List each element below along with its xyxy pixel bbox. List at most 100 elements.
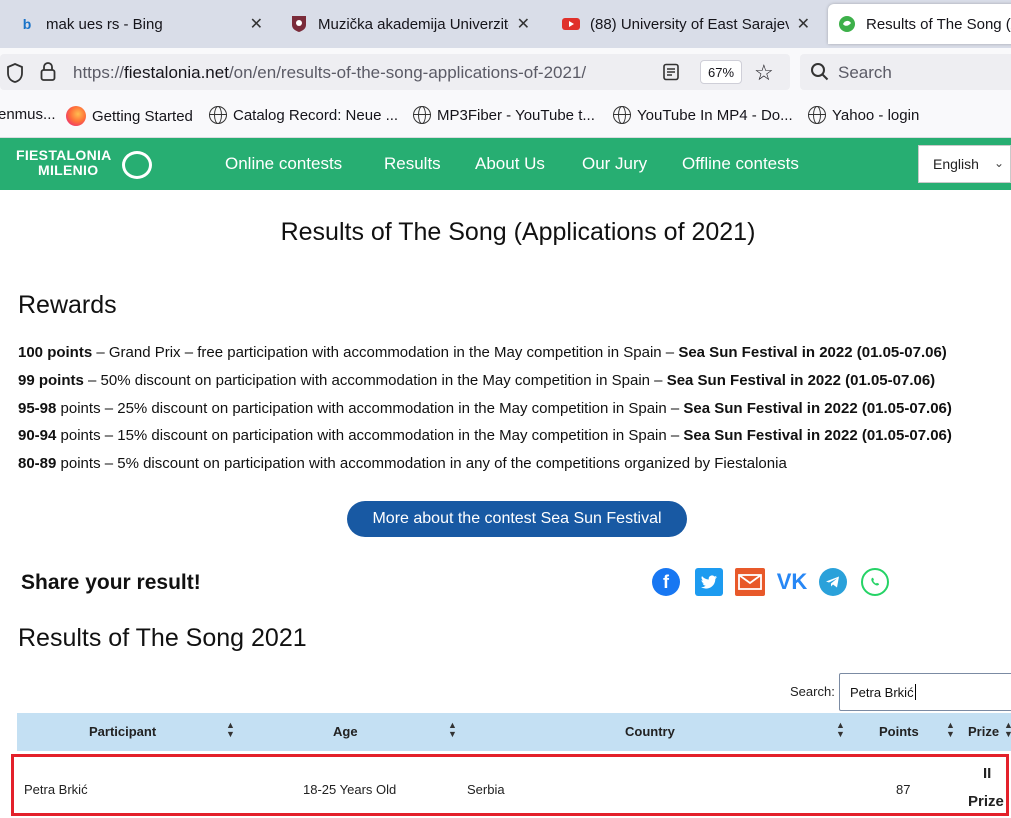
cell-country: Serbia bbox=[467, 782, 505, 797]
browser-tab-bar: b mak ues rs - Bing ✕ Muzička akademija … bbox=[0, 0, 1011, 48]
bookmarks-toolbar: enmus... Getting Started Catalog Record:… bbox=[0, 96, 1011, 138]
sort-arrows-icon[interactable]: ▲ ▼ bbox=[1004, 721, 1011, 739]
nav-online-contests[interactable]: Online contests bbox=[225, 154, 342, 174]
reward-festival: Sea Sun Festival in 2022 (01.05-07.06) bbox=[666, 372, 936, 389]
reward-text: – Grand Prix – free participation with a… bbox=[92, 344, 679, 361]
bookmark-label: Getting Started bbox=[92, 107, 193, 125]
university-crest-icon bbox=[290, 15, 308, 33]
url-domain: fiestalonia.net bbox=[124, 63, 229, 82]
reward-points: 100 points bbox=[18, 344, 93, 361]
cell-prize-rank: II bbox=[983, 765, 992, 782]
column-header-points[interactable]: Points bbox=[879, 724, 919, 739]
address-bar[interactable]: https://fiestalonia.net/on/en/results-of… bbox=[0, 54, 790, 90]
reward-line: 80-89 points – 5% discount on participat… bbox=[18, 455, 787, 472]
column-header-prize[interactable]: Prize bbox=[968, 724, 999, 739]
rewards-heading: Rewards bbox=[18, 291, 117, 319]
sort-arrows-icon[interactable]: ▲ ▼ bbox=[448, 721, 457, 739]
zoom-level-badge[interactable]: 67% bbox=[700, 60, 742, 84]
fiestalonia-icon bbox=[838, 15, 856, 33]
bookmark-item[interactable]: YouTube In MP4 - Do... bbox=[613, 106, 793, 124]
logo-mark-icon bbox=[122, 151, 152, 179]
reward-points: 99 points bbox=[18, 372, 84, 389]
reward-text: points – 25% discount on participation w… bbox=[56, 400, 684, 417]
site-header: FIESTALONIA MILENIO Online contests Resu… bbox=[0, 138, 1011, 190]
reward-line: 100 points – Grand Prix – free participa… bbox=[18, 344, 947, 361]
tracking-shield-icon[interactable] bbox=[6, 63, 24, 88]
page-title: Results of The Song (Applications of 202… bbox=[280, 218, 756, 246]
tab-bing[interactable]: b mak ues rs - Bing ✕ bbox=[8, 4, 273, 44]
tab-title: Muzička akademija Univerzitet bbox=[318, 15, 509, 33]
text-caret bbox=[914, 684, 916, 700]
search-input-value: Petra Brkić bbox=[850, 684, 914, 700]
nav-about-us[interactable]: About Us bbox=[475, 154, 545, 174]
sort-arrows-icon[interactable]: ▲ ▼ bbox=[946, 721, 955, 739]
column-header-country[interactable]: Country bbox=[625, 724, 675, 739]
bing-icon: b bbox=[22, 16, 32, 32]
bookmark-item[interactable]: MP3Fiber - YouTube t... bbox=[413, 106, 595, 124]
browser-search-field[interactable]: Search bbox=[800, 54, 1011, 90]
cell-participant: Petra Brkić bbox=[24, 782, 88, 797]
url-path: /on/en/results-of-the-song-applications-… bbox=[228, 63, 587, 82]
bookmark-item[interactable]: enmus... bbox=[0, 106, 56, 123]
reward-line: 90-94 points – 15% discount on participa… bbox=[18, 427, 952, 444]
reader-view-icon[interactable] bbox=[662, 63, 680, 86]
whatsapp-icon[interactable] bbox=[861, 568, 889, 596]
reward-festival: Sea Sun Festival in 2022 (01.05-07.06) bbox=[683, 400, 952, 417]
nav-our-jury[interactable]: Our Jury bbox=[582, 154, 647, 174]
bookmark-star-icon[interactable]: ☆ bbox=[754, 60, 774, 86]
twitter-icon[interactable] bbox=[695, 568, 723, 596]
reward-line: 95-98 points – 25% discount on participa… bbox=[18, 400, 952, 417]
sort-arrows-icon[interactable]: ▲ ▼ bbox=[226, 721, 235, 739]
reward-festival: Sea Sun Festival in 2022 (01.05-07.06) bbox=[683, 427, 952, 444]
cell-points: 87 bbox=[896, 782, 911, 797]
column-header-age[interactable]: Age bbox=[333, 724, 358, 739]
site-logo[interactable]: FIESTALONIA MILENIO bbox=[16, 148, 112, 178]
reward-points: 90-94 bbox=[18, 427, 57, 444]
column-header-participant[interactable]: Participant bbox=[89, 724, 156, 739]
bookmark-label: enmus... bbox=[0, 106, 56, 123]
bookmark-item[interactable]: Catalog Record: Neue ... bbox=[209, 106, 398, 124]
reward-festival: Sea Sun Festival in 2022 (01.05-07.06) bbox=[678, 344, 947, 361]
bookmark-label: Catalog Record: Neue ... bbox=[233, 106, 399, 124]
lock-icon[interactable] bbox=[40, 62, 56, 87]
reward-points: 80-89 bbox=[18, 455, 57, 472]
tab-title: Results of The Song (A bbox=[866, 15, 1011, 33]
globe-icon bbox=[613, 106, 631, 124]
sort-arrows-icon[interactable]: ▲ ▼ bbox=[836, 721, 845, 739]
results-heading: Results of The Song 2021 bbox=[18, 624, 307, 652]
chevron-down-icon: ⌄ bbox=[993, 156, 1004, 170]
search-icon bbox=[810, 62, 830, 87]
globe-icon bbox=[209, 106, 227, 124]
globe-icon bbox=[808, 106, 826, 124]
close-tab-icon[interactable]: ✕ bbox=[517, 14, 530, 34]
logo-line-2: MILENIO bbox=[38, 162, 99, 178]
bookmark-item[interactable]: Yahoo - login bbox=[808, 106, 919, 124]
reward-text: points – 5% discount on participation wi… bbox=[56, 455, 787, 472]
bookmark-label: YouTube In MP4 - Do... bbox=[637, 106, 793, 124]
telegram-icon[interactable] bbox=[819, 568, 847, 596]
reward-text: points – 15% discount on participation w… bbox=[56, 427, 684, 444]
nav-offline-contests[interactable]: Offline contests bbox=[682, 154, 799, 174]
tab-results-of-the-song[interactable]: Results of The Song (A bbox=[828, 4, 1011, 44]
close-tab-icon[interactable]: ✕ bbox=[250, 14, 263, 34]
tab-university-east-sarajevo[interactable]: (88) University of East Sarajevo ✕ bbox=[552, 4, 820, 44]
table-search-input[interactable]: Petra Brkić bbox=[839, 673, 1011, 711]
globe-icon bbox=[413, 106, 431, 124]
logo-line-1: FIESTALONIA bbox=[16, 147, 112, 163]
reward-line: 99 points – 50% discount on participatio… bbox=[18, 372, 935, 389]
bookmark-label: Yahoo - login bbox=[832, 106, 920, 124]
tab-title: mak ues rs - Bing bbox=[46, 15, 163, 33]
vk-icon[interactable]: VK bbox=[777, 568, 808, 596]
bookmark-item[interactable]: Getting Started bbox=[66, 106, 193, 126]
tab-title: (88) University of East Sarajevo bbox=[590, 15, 789, 33]
close-tab-icon[interactable]: ✕ bbox=[797, 14, 810, 34]
language-select[interactable]: English ⌄ bbox=[918, 145, 1011, 183]
firefox-icon bbox=[66, 106, 86, 126]
language-value: English bbox=[933, 156, 979, 172]
nav-results[interactable]: Results bbox=[384, 154, 441, 174]
facebook-icon[interactable]: f bbox=[652, 568, 680, 596]
url-text[interactable]: https://fiestalonia.net/on/en/results-of… bbox=[73, 63, 586, 83]
email-icon[interactable] bbox=[735, 568, 765, 596]
more-about-contest-button[interactable]: More about the contest Sea Sun Festival bbox=[347, 501, 687, 537]
tab-muzicka-akademija[interactable]: Muzička akademija Univerzitet ✕ bbox=[280, 4, 540, 44]
